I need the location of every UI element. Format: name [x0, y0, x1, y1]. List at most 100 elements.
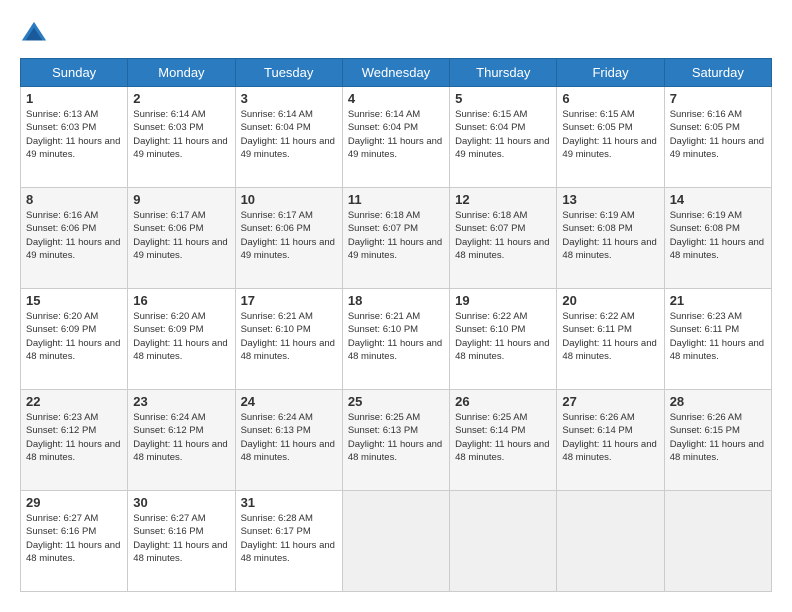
day-number: 6	[562, 91, 658, 106]
calendar-week-1: 1 Sunrise: 6:13 AM Sunset: 6:03 PM Dayli…	[21, 87, 772, 188]
day-info: Sunrise: 6:20 AM Sunset: 6:09 PM Dayligh…	[133, 310, 229, 363]
calendar-header-tuesday: Tuesday	[235, 59, 342, 87]
day-info: Sunrise: 6:13 AM Sunset: 6:03 PM Dayligh…	[26, 108, 122, 161]
calendar-cell: 15 Sunrise: 6:20 AM Sunset: 6:09 PM Dayl…	[21, 289, 128, 390]
calendar-cell: 19 Sunrise: 6:22 AM Sunset: 6:10 PM Dayl…	[450, 289, 557, 390]
day-number: 24	[241, 394, 337, 409]
day-number: 21	[670, 293, 766, 308]
calendar-cell: 5 Sunrise: 6:15 AM Sunset: 6:04 PM Dayli…	[450, 87, 557, 188]
day-number: 30	[133, 495, 229, 510]
calendar-cell: 29 Sunrise: 6:27 AM Sunset: 6:16 PM Dayl…	[21, 491, 128, 592]
day-number: 23	[133, 394, 229, 409]
calendar-cell: 31 Sunrise: 6:28 AM Sunset: 6:17 PM Dayl…	[235, 491, 342, 592]
calendar-cell	[450, 491, 557, 592]
logo-icon	[20, 20, 48, 48]
day-info: Sunrise: 6:22 AM Sunset: 6:10 PM Dayligh…	[455, 310, 551, 363]
day-number: 26	[455, 394, 551, 409]
day-number: 15	[26, 293, 122, 308]
day-info: Sunrise: 6:16 AM Sunset: 6:06 PM Dayligh…	[26, 209, 122, 262]
day-info: Sunrise: 6:25 AM Sunset: 6:14 PM Dayligh…	[455, 411, 551, 464]
day-number: 3	[241, 91, 337, 106]
day-info: Sunrise: 6:18 AM Sunset: 6:07 PM Dayligh…	[348, 209, 444, 262]
calendar-header-thursday: Thursday	[450, 59, 557, 87]
day-number: 27	[562, 394, 658, 409]
calendar-cell	[342, 491, 449, 592]
calendar-cell: 12 Sunrise: 6:18 AM Sunset: 6:07 PM Dayl…	[450, 188, 557, 289]
calendar-cell: 13 Sunrise: 6:19 AM Sunset: 6:08 PM Dayl…	[557, 188, 664, 289]
calendar-header-sunday: Sunday	[21, 59, 128, 87]
calendar-cell: 2 Sunrise: 6:14 AM Sunset: 6:03 PM Dayli…	[128, 87, 235, 188]
day-number: 17	[241, 293, 337, 308]
day-number: 28	[670, 394, 766, 409]
day-number: 22	[26, 394, 122, 409]
logo	[20, 20, 52, 48]
day-info: Sunrise: 6:22 AM Sunset: 6:11 PM Dayligh…	[562, 310, 658, 363]
day-info: Sunrise: 6:23 AM Sunset: 6:11 PM Dayligh…	[670, 310, 766, 363]
day-info: Sunrise: 6:21 AM Sunset: 6:10 PM Dayligh…	[348, 310, 444, 363]
calendar-cell: 28 Sunrise: 6:26 AM Sunset: 6:15 PM Dayl…	[664, 390, 771, 491]
day-number: 25	[348, 394, 444, 409]
calendar-cell: 21 Sunrise: 6:23 AM Sunset: 6:11 PM Dayl…	[664, 289, 771, 390]
day-number: 13	[562, 192, 658, 207]
calendar-cell	[664, 491, 771, 592]
day-number: 14	[670, 192, 766, 207]
calendar-cell: 25 Sunrise: 6:25 AM Sunset: 6:13 PM Dayl…	[342, 390, 449, 491]
day-number: 1	[26, 91, 122, 106]
day-number: 11	[348, 192, 444, 207]
calendar-cell: 30 Sunrise: 6:27 AM Sunset: 6:16 PM Dayl…	[128, 491, 235, 592]
day-info: Sunrise: 6:15 AM Sunset: 6:05 PM Dayligh…	[562, 108, 658, 161]
day-info: Sunrise: 6:17 AM Sunset: 6:06 PM Dayligh…	[133, 209, 229, 262]
day-info: Sunrise: 6:25 AM Sunset: 6:13 PM Dayligh…	[348, 411, 444, 464]
calendar-cell: 14 Sunrise: 6:19 AM Sunset: 6:08 PM Dayl…	[664, 188, 771, 289]
calendar-week-3: 15 Sunrise: 6:20 AM Sunset: 6:09 PM Dayl…	[21, 289, 772, 390]
calendar-cell: 18 Sunrise: 6:21 AM Sunset: 6:10 PM Dayl…	[342, 289, 449, 390]
calendar-cell: 22 Sunrise: 6:23 AM Sunset: 6:12 PM Dayl…	[21, 390, 128, 491]
calendar-header-saturday: Saturday	[664, 59, 771, 87]
calendar-header-wednesday: Wednesday	[342, 59, 449, 87]
calendar-cell: 4 Sunrise: 6:14 AM Sunset: 6:04 PM Dayli…	[342, 87, 449, 188]
day-number: 5	[455, 91, 551, 106]
day-info: Sunrise: 6:14 AM Sunset: 6:04 PM Dayligh…	[348, 108, 444, 161]
calendar-week-5: 29 Sunrise: 6:27 AM Sunset: 6:16 PM Dayl…	[21, 491, 772, 592]
day-number: 29	[26, 495, 122, 510]
day-info: Sunrise: 6:20 AM Sunset: 6:09 PM Dayligh…	[26, 310, 122, 363]
day-info: Sunrise: 6:28 AM Sunset: 6:17 PM Dayligh…	[241, 512, 337, 565]
day-number: 7	[670, 91, 766, 106]
calendar-week-4: 22 Sunrise: 6:23 AM Sunset: 6:12 PM Dayl…	[21, 390, 772, 491]
calendar-week-2: 8 Sunrise: 6:16 AM Sunset: 6:06 PM Dayli…	[21, 188, 772, 289]
day-number: 18	[348, 293, 444, 308]
day-number: 12	[455, 192, 551, 207]
day-info: Sunrise: 6:18 AM Sunset: 6:07 PM Dayligh…	[455, 209, 551, 262]
calendar-cell: 6 Sunrise: 6:15 AM Sunset: 6:05 PM Dayli…	[557, 87, 664, 188]
calendar-cell: 9 Sunrise: 6:17 AM Sunset: 6:06 PM Dayli…	[128, 188, 235, 289]
day-info: Sunrise: 6:26 AM Sunset: 6:15 PM Dayligh…	[670, 411, 766, 464]
calendar-cell: 26 Sunrise: 6:25 AM Sunset: 6:14 PM Dayl…	[450, 390, 557, 491]
day-info: Sunrise: 6:14 AM Sunset: 6:04 PM Dayligh…	[241, 108, 337, 161]
calendar-cell: 27 Sunrise: 6:26 AM Sunset: 6:14 PM Dayl…	[557, 390, 664, 491]
calendar-header-friday: Friday	[557, 59, 664, 87]
day-info: Sunrise: 6:26 AM Sunset: 6:14 PM Dayligh…	[562, 411, 658, 464]
calendar-cell: 3 Sunrise: 6:14 AM Sunset: 6:04 PM Dayli…	[235, 87, 342, 188]
calendar-header-row: SundayMondayTuesdayWednesdayThursdayFrid…	[21, 59, 772, 87]
header	[20, 20, 772, 48]
page: SundayMondayTuesdayWednesdayThursdayFrid…	[0, 0, 792, 612]
day-info: Sunrise: 6:23 AM Sunset: 6:12 PM Dayligh…	[26, 411, 122, 464]
calendar-cell: 7 Sunrise: 6:16 AM Sunset: 6:05 PM Dayli…	[664, 87, 771, 188]
day-number: 16	[133, 293, 229, 308]
day-info: Sunrise: 6:16 AM Sunset: 6:05 PM Dayligh…	[670, 108, 766, 161]
calendar-cell: 23 Sunrise: 6:24 AM Sunset: 6:12 PM Dayl…	[128, 390, 235, 491]
calendar-cell	[557, 491, 664, 592]
calendar-cell: 17 Sunrise: 6:21 AM Sunset: 6:10 PM Dayl…	[235, 289, 342, 390]
day-info: Sunrise: 6:19 AM Sunset: 6:08 PM Dayligh…	[562, 209, 658, 262]
day-number: 20	[562, 293, 658, 308]
calendar-cell: 8 Sunrise: 6:16 AM Sunset: 6:06 PM Dayli…	[21, 188, 128, 289]
day-info: Sunrise: 6:24 AM Sunset: 6:12 PM Dayligh…	[133, 411, 229, 464]
calendar-cell: 10 Sunrise: 6:17 AM Sunset: 6:06 PM Dayl…	[235, 188, 342, 289]
day-info: Sunrise: 6:27 AM Sunset: 6:16 PM Dayligh…	[133, 512, 229, 565]
day-number: 10	[241, 192, 337, 207]
day-info: Sunrise: 6:19 AM Sunset: 6:08 PM Dayligh…	[670, 209, 766, 262]
day-info: Sunrise: 6:24 AM Sunset: 6:13 PM Dayligh…	[241, 411, 337, 464]
day-info: Sunrise: 6:27 AM Sunset: 6:16 PM Dayligh…	[26, 512, 122, 565]
day-info: Sunrise: 6:15 AM Sunset: 6:04 PM Dayligh…	[455, 108, 551, 161]
day-info: Sunrise: 6:21 AM Sunset: 6:10 PM Dayligh…	[241, 310, 337, 363]
